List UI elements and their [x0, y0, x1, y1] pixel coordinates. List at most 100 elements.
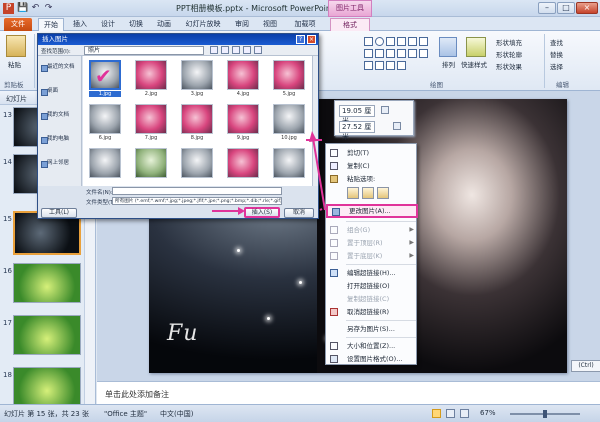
- tab-animations[interactable]: 动画: [152, 18, 176, 31]
- shape-callout-icon[interactable]: [364, 61, 373, 70]
- tab-insert[interactable]: 插入: [68, 18, 92, 31]
- place-desktop[interactable]: 桌面: [40, 86, 80, 97]
- tab-slides[interactable]: 幻灯片: [6, 94, 27, 104]
- cancel-button[interactable]: 取消: [284, 208, 314, 218]
- shape-brace-icon[interactable]: [419, 49, 428, 58]
- shape-star-icon[interactable]: [397, 49, 406, 58]
- insert-button[interactable]: 插入(S): [244, 207, 280, 218]
- sorter-view-icon[interactable]: [446, 409, 455, 418]
- back-icon[interactable]: [210, 46, 218, 54]
- filename-input[interactable]: [112, 187, 282, 195]
- shape-arrow-icon[interactable]: [408, 37, 417, 46]
- file-item[interactable]: 10.jpg: [273, 104, 305, 144]
- file-item[interactable]: [135, 148, 167, 186]
- tab-design[interactable]: 设计: [96, 18, 120, 31]
- find-button[interactable]: 查找: [550, 37, 563, 47]
- shape-line-icon[interactable]: [386, 37, 395, 46]
- shape-brace-icon[interactable]: [408, 49, 417, 58]
- shape-fill-button[interactable]: 形状填充: [496, 37, 522, 47]
- menu-save-as-picture[interactable]: 另存为图片(S)...: [326, 323, 418, 335]
- file-item[interactable]: 6.jpg: [89, 104, 121, 144]
- minimize-button[interactable]: –: [538, 2, 556, 14]
- menu-open-hyperlink[interactable]: 打开超链接(O): [326, 280, 418, 292]
- arrange-button[interactable]: 排列: [442, 59, 455, 69]
- tab-review[interactable]: 审阅: [230, 18, 254, 31]
- undo-icon[interactable]: ↶: [30, 3, 41, 14]
- menu-bring-to-front[interactable]: 置于顶层(R) ▶: [326, 237, 418, 249]
- arrange-icon[interactable]: [439, 37, 457, 57]
- help-button[interactable]: ?: [296, 35, 305, 44]
- menu-remove-hyperlink[interactable]: 取消超链接(R): [326, 306, 418, 318]
- zoom-slider-thumb[interactable]: [543, 410, 547, 418]
- new-folder-icon[interactable]: [243, 46, 251, 54]
- views-icon[interactable]: [254, 46, 262, 54]
- shape-triangle-icon[interactable]: [375, 49, 384, 58]
- close-button[interactable]: ×: [576, 2, 598, 14]
- file-item[interactable]: 9.jpg: [227, 104, 259, 144]
- file-item[interactable]: 7.jpg: [135, 104, 167, 144]
- file-item[interactable]: 8.jpg: [181, 104, 213, 144]
- language-indicator[interactable]: 中文(中国): [160, 409, 193, 419]
- crop-icon[interactable]: [381, 106, 389, 114]
- tab-slideshow[interactable]: 幻灯片放映: [180, 18, 226, 31]
- menu-copy-hyperlink[interactable]: 复制超链接(C): [326, 293, 418, 305]
- dialog-close-button[interactable]: ×: [307, 35, 316, 44]
- reading-view-icon[interactable]: [460, 409, 469, 418]
- place-recent[interactable]: 最近的文档: [40, 62, 80, 73]
- menu-cut[interactable]: 剪切(T): [326, 147, 418, 159]
- shape-oval-icon[interactable]: [375, 37, 384, 46]
- tools-button[interactable]: 工具(L): [41, 208, 77, 218]
- slide-thumbnail[interactable]: [13, 367, 81, 407]
- menu-format-picture[interactable]: 设置图片格式(O)...: [326, 353, 418, 365]
- look-in-dropdown[interactable]: 照片: [84, 46, 204, 55]
- tab-file[interactable]: 文件: [4, 18, 32, 31]
- file-item[interactable]: 4.jpg: [227, 60, 259, 100]
- menu-copy[interactable]: 复制(C): [326, 160, 418, 172]
- file-item[interactable]: [181, 148, 213, 186]
- filetype-select[interactable]: 所有图片 (*.emf;*.wmf;*.jpg;*.jpeg;*.jfif;*.…: [112, 197, 282, 205]
- menu-edit-hyperlink[interactable]: 编辑超链接(H)...: [326, 267, 418, 279]
- tab-transitions[interactable]: 切换: [124, 18, 148, 31]
- place-computer[interactable]: 我的电脑: [40, 134, 80, 145]
- select-button[interactable]: 选择: [550, 61, 563, 71]
- quick-styles-icon[interactable]: [466, 37, 486, 57]
- file-item[interactable]: [273, 148, 305, 186]
- file-item[interactable]: [89, 148, 121, 186]
- file-item[interactable]: [227, 148, 259, 186]
- height-field[interactable]: 19.05 厘米: [339, 105, 375, 125]
- tab-addins[interactable]: 加载项: [288, 18, 322, 31]
- redo-icon[interactable]: ↷: [43, 3, 54, 14]
- slide-thumbnail[interactable]: [13, 315, 81, 355]
- shape-curve-icon[interactable]: [386, 49, 395, 58]
- save-icon[interactable]: 💾: [17, 3, 28, 14]
- place-documents[interactable]: 我的文档: [40, 110, 80, 121]
- tab-format[interactable]: 格式: [330, 18, 370, 31]
- file-item[interactable]: 2.jpg: [135, 60, 167, 100]
- paste-options-tag[interactable]: (Ctrl): [571, 360, 600, 372]
- paste-keep-format-icon[interactable]: [347, 187, 359, 199]
- paste-picture-icon[interactable]: [362, 187, 374, 199]
- shape-effects-button[interactable]: 形状效果: [496, 61, 522, 71]
- menu-send-to-back[interactable]: 置于底层(K) ▶: [326, 250, 418, 262]
- width-field[interactable]: 27.52 厘米: [339, 121, 375, 141]
- quick-styles-button[interactable]: 快速样式: [461, 59, 487, 69]
- menu-change-picture[interactable]: 更改图片(A)...: [326, 204, 418, 218]
- tab-home[interactable]: 开始: [38, 18, 64, 31]
- shape-rect-icon[interactable]: [364, 37, 373, 46]
- notes-pane[interactable]: 单击此处添加备注: [97, 381, 600, 404]
- rotate-icon[interactable]: [393, 122, 401, 130]
- shape-bracket-icon[interactable]: [397, 61, 406, 70]
- maximize-button[interactable]: □: [557, 2, 575, 14]
- paste-text-icon[interactable]: [377, 187, 389, 199]
- shape-cloud-icon[interactable]: [375, 61, 384, 70]
- normal-view-icon[interactable]: [432, 409, 441, 418]
- file-item[interactable]: 5.jpg: [273, 60, 305, 100]
- shape-rect-icon[interactable]: [364, 49, 373, 58]
- shape-heart-icon[interactable]: [386, 61, 395, 70]
- shape-outline-button[interactable]: 形状轮廓: [496, 49, 522, 59]
- paste-icon[interactable]: [6, 35, 26, 57]
- paste-button[interactable]: 粘贴: [8, 59, 21, 69]
- slide-thumbnail[interactable]: [13, 263, 81, 303]
- menu-group[interactable]: 组合(G) ▶: [326, 224, 418, 236]
- file-item-selected[interactable]: ✔ 1.jpg: [89, 60, 121, 100]
